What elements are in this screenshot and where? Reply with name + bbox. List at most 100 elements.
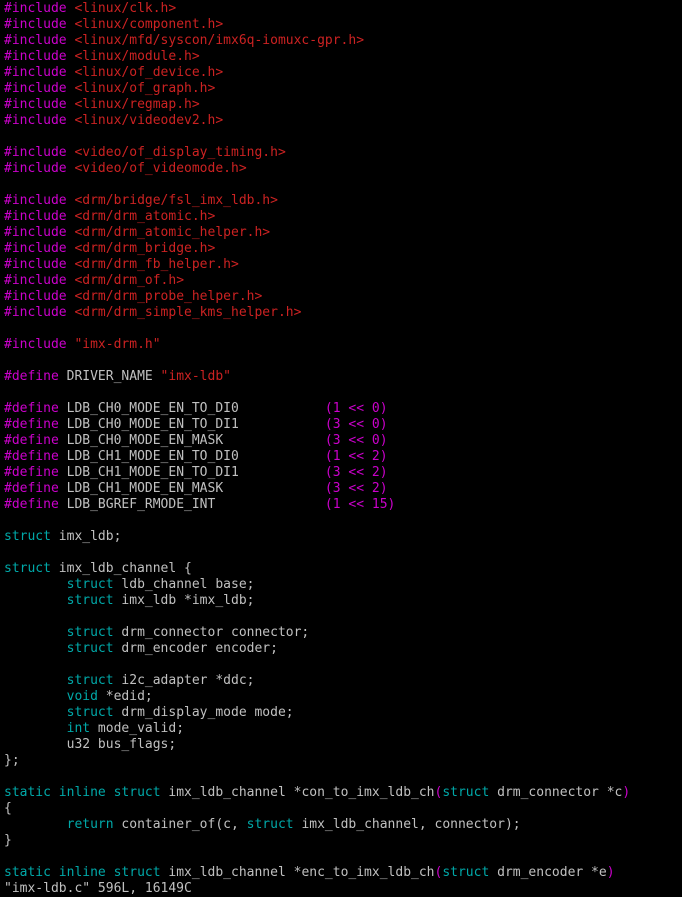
string-token: <linux/of_graph.h> — [74, 81, 216, 96]
keyword-token: struct — [66, 625, 114, 640]
code-line: #include <drm/bridge/fsl_imx_ldb.h> — [4, 193, 682, 209]
code-area[interactable]: #include <linux/clk.h> #include <linux/co… — [4, 1, 682, 881]
keyword-token: struct — [66, 593, 114, 608]
code-line: #include <linux/clk.h> — [4, 1, 682, 17]
code-line: #include <video/of_display_timing.h> — [4, 145, 682, 161]
code-line: #include <linux/module.h> — [4, 49, 682, 65]
keyword-token: static — [4, 865, 51, 880]
code-text: LDB_BGREF_RMODE_INT — [66, 497, 325, 512]
string-token: "imx-ldb" — [160, 369, 231, 384]
string-token: <linux/mfd/syscon/imx6q-iomuxc-gpr.h> — [74, 33, 365, 48]
code-line: struct ldb_channel base; — [4, 577, 682, 593]
preproc-token: #include — [4, 193, 75, 208]
code-text: LDB_CH0_MODE_EN_TO_DI1 — [66, 417, 325, 432]
code-line: #include <drm/drm_atomic.h> — [4, 209, 682, 225]
string-token: <drm/drm_fb_helper.h> — [74, 257, 239, 272]
preproc-token: #include — [4, 273, 75, 288]
string-token: <drm/drm_atomic_helper.h> — [74, 225, 271, 240]
code-line: static inline struct imx_ldb_channel *co… — [4, 785, 682, 801]
keyword-token: inline — [58, 785, 106, 800]
code-text: }; — [4, 753, 20, 768]
code-line: { — [4, 801, 682, 817]
keyword-token: struct — [66, 641, 114, 656]
code-line: #include <linux/of_graph.h> — [4, 81, 682, 97]
code-line: #include <drm/drm_simple_kms_helper.h> — [4, 305, 682, 321]
string-token: "imx-drm.h" — [74, 337, 161, 352]
string-token: <linux/component.h> — [74, 17, 224, 32]
preproc-token: #define — [4, 497, 67, 512]
preproc-token: #define — [4, 401, 67, 416]
preproc-token: #include — [4, 49, 75, 64]
code-text: drm_encoder *e — [489, 865, 607, 880]
code-line: #include <drm/drm_of.h> — [4, 273, 682, 289]
code-line: int mode_valid; — [4, 721, 682, 737]
keyword-token: int — [66, 721, 91, 736]
string-token: <drm/drm_simple_kms_helper.h> — [74, 305, 302, 320]
keyword-token: struct — [66, 705, 114, 720]
string-token: <drm/drm_bridge.h> — [74, 241, 216, 256]
code-text: imx_ldb; — [50, 529, 122, 544]
code-line: #include <linux/component.h> — [4, 17, 682, 33]
code-text: imx_ldb_channel *con_to_imx_ldb_ch — [160, 785, 435, 800]
preproc-token: #define — [4, 449, 67, 464]
code-line: #define LDB_CH0_MODE_EN_TO_DI1 (3 << 0) — [4, 417, 682, 433]
number-token: (3 << 0) — [324, 433, 388, 448]
keyword-token: struct — [442, 785, 490, 800]
preproc-token: #include — [4, 1, 75, 16]
code-line: #define LDB_BGREF_RMODE_INT (1 << 15) — [4, 497, 682, 513]
code-line: #define DRIVER_NAME "imx-ldb" — [4, 369, 682, 385]
preproc-token: #define — [4, 465, 67, 480]
code-line: struct imx_ldb_channel { — [4, 561, 682, 577]
preproc-token: #include — [4, 145, 75, 160]
string-token: <linux/clk.h> — [74, 1, 177, 16]
code-line: #include <linux/mfd/syscon/imx6q-iomuxc-… — [4, 33, 682, 49]
code-line: struct imx_ldb; — [4, 529, 682, 545]
code-text: LDB_CH1_MODE_EN_TO_DI0 — [66, 449, 325, 464]
code-text: } — [4, 833, 12, 848]
code-line: #include <drm/drm_atomic_helper.h> — [4, 225, 682, 241]
preproc-token: #define — [4, 433, 67, 448]
string-token: <drm/drm_atomic.h> — [74, 209, 216, 224]
number-token: (1 << 2) — [324, 449, 388, 464]
preproc-token: #include — [4, 161, 75, 176]
code-text: imx_ldb *imx_ldb; — [113, 593, 255, 608]
string-token: <linux/regmap.h> — [74, 97, 200, 112]
string-token: <drm/drm_of.h> — [74, 273, 185, 288]
preproc-token: #include — [4, 241, 75, 256]
preproc-token: #include — [4, 65, 75, 80]
preproc-token: #include — [4, 81, 75, 96]
string-token: <drm/drm_probe_helper.h> — [74, 289, 263, 304]
code-text: imx_ldb_channel, connector); — [293, 817, 521, 832]
code-line: #define LDB_CH0_MODE_EN_TO_DI0 (1 << 0) — [4, 401, 682, 417]
keyword-token: struct — [66, 577, 114, 592]
code-line: #include <video/of_videomode.h> — [4, 161, 682, 177]
code-text: DRIVER_NAME — [66, 369, 161, 384]
code-text: container_of(c, — [113, 817, 247, 832]
code-line: #define LDB_CH1_MODE_EN_TO_DI0 (1 << 2) — [4, 449, 682, 465]
preproc-token: #include — [4, 33, 75, 48]
string-token: <video/of_videomode.h> — [74, 161, 247, 176]
code-line: #include <linux/videodev2.h> — [4, 113, 682, 129]
string-token: <linux/module.h> — [74, 49, 200, 64]
preproc-token: #include — [4, 209, 75, 224]
string-token: <drm/bridge/fsl_imx_ldb.h> — [74, 193, 278, 208]
number-token: (1 << 0) — [324, 401, 388, 416]
code-line: #include <linux/of_device.h> — [4, 65, 682, 81]
terminal-editor[interactable]: #include <linux/clk.h> #include <linux/co… — [4, 1, 682, 896]
code-line: } — [4, 833, 682, 849]
keyword-token: void — [66, 689, 98, 704]
preproc-token: #include — [4, 225, 75, 240]
keyword-token: struct — [113, 785, 161, 800]
keyword-token: struct — [113, 865, 161, 880]
preproc-token: #include — [4, 289, 75, 304]
